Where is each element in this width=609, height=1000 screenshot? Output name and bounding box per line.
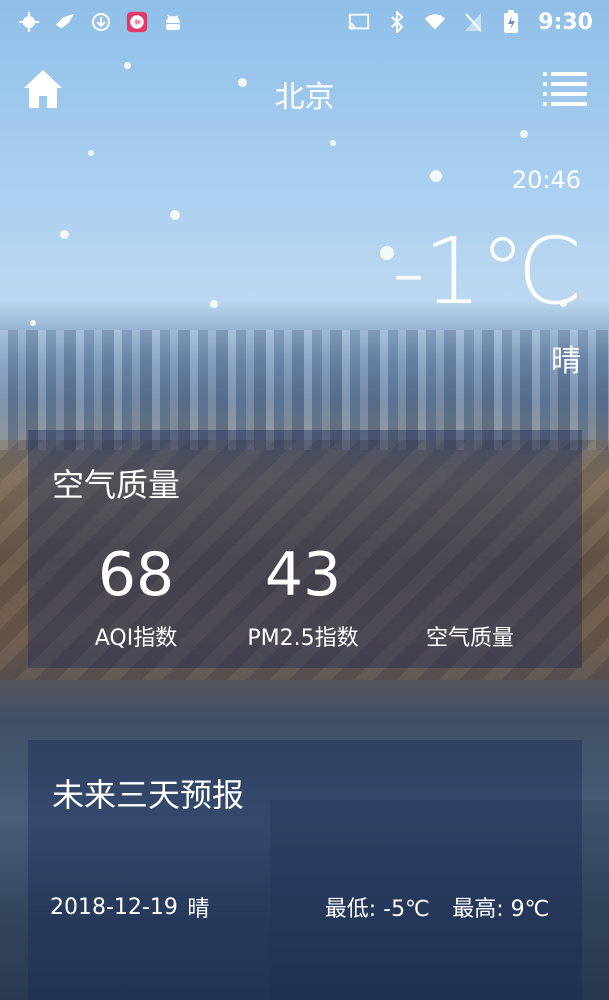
quality-label: 空气质量 [425, 626, 514, 651]
forecast-weather: 晴 [187, 897, 210, 922]
air-quality-panel: 空气质量 68 AQI指数 43 PM2.5指数 空气质量 [28, 430, 582, 668]
bluetooth-icon [386, 11, 408, 33]
snowflake [210, 300, 218, 308]
notification-icon [18, 11, 40, 33]
status-bar: 9:30 [0, 0, 609, 44]
wifi-icon [424, 11, 446, 33]
cast-icon [348, 11, 370, 33]
no-sim-icon [462, 11, 484, 33]
forecast-max-temp: 最高: 9℃ [452, 897, 550, 922]
snowflake [430, 170, 442, 182]
forecast-title: 未来三天预报 [52, 776, 245, 814]
android-icon [162, 11, 184, 33]
forecast-date: 2018-12-19 [50, 894, 178, 920]
aqi-value: 68 [97, 540, 175, 610]
air-quality-title: 空气质量 [52, 466, 181, 504]
bird-icon [54, 11, 76, 33]
snowflake [330, 140, 336, 146]
battery-charging-icon [500, 10, 522, 33]
update-time: 20:46 [511, 166, 581, 194]
city-title: 北京 [274, 80, 335, 115]
forecast-min-temp: 最低: -5℃ [324, 897, 430, 922]
forecast-panel: 未来三天预报 2018-12-19 晴 最低: -5℃ 最高: 9℃ [28, 740, 582, 1000]
top-bar: 北京 [0, 60, 609, 120]
download-icon [90, 11, 112, 33]
pm25-label: PM2.5指数 [247, 626, 359, 651]
menu-icon[interactable] [543, 70, 587, 108]
snowflake [170, 210, 180, 220]
aqi-label: AQI指数 [94, 626, 178, 651]
voice-app-icon [126, 11, 148, 33]
forecast-row: 2018-12-19 晴 最低: -5℃ 最高: 9℃ [50, 890, 570, 924]
status-bar-right: 9:30 [348, 10, 609, 35]
current-weather: 晴 [551, 344, 581, 379]
current-temperature: -1℃ [391, 218, 583, 325]
pm25-value: 43 [264, 540, 342, 610]
status-bar-time: 9:30 [538, 9, 593, 35]
snowflake [520, 130, 528, 138]
snowflake [88, 150, 94, 156]
snowflake [60, 230, 69, 239]
snowflake [30, 320, 36, 326]
status-bar-left [0, 11, 184, 33]
